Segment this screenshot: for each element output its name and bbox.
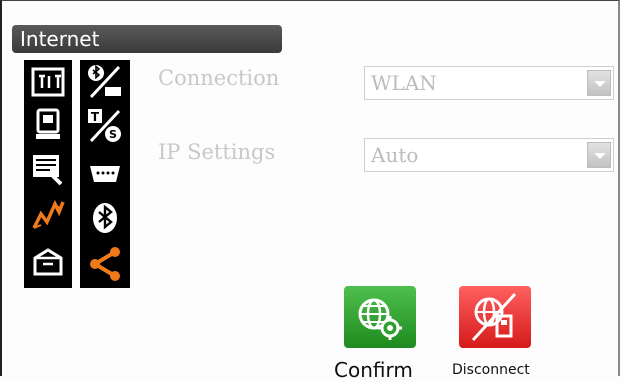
chevron-down-icon[interactable]	[587, 142, 611, 168]
left-toolbar-primary	[24, 60, 72, 288]
connection-value: WLAN	[371, 71, 437, 95]
document-settings-icon[interactable]	[31, 152, 65, 186]
surveying-instrument-icon[interactable]	[31, 108, 65, 142]
confirm-button-label: Confirm	[334, 358, 413, 382]
share-network-icon[interactable]	[87, 246, 121, 281]
window-title: Internet	[12, 25, 282, 53]
confirm-button[interactable]	[344, 286, 416, 348]
serial-port-icon[interactable]	[87, 156, 121, 190]
svg-text:T: T	[91, 110, 100, 124]
disconnect-button-label: Disconnect	[452, 362, 530, 378]
ip-settings-select[interactable]: Auto	[364, 138, 614, 172]
disconnect-button[interactable]	[459, 286, 531, 348]
left-toolbar-secondary: T S	[80, 60, 130, 288]
keyboard-icon[interactable]	[31, 66, 65, 100]
printer-box-icon[interactable]	[31, 244, 65, 278]
globe-disconnect-icon	[471, 292, 517, 342]
bluetooth-serial-icon[interactable]	[87, 64, 121, 99]
ip-settings-value: Auto	[371, 143, 419, 167]
toggle-ts-icon[interactable]: T S	[87, 108, 121, 143]
connection-select[interactable]: WLAN	[364, 66, 614, 100]
connection-label: Connection	[158, 66, 280, 90]
ip-settings-label: IP Settings	[158, 140, 276, 164]
chevron-down-icon[interactable]	[587, 70, 611, 96]
svg-text:S: S	[109, 128, 117, 141]
globe-gear-icon	[358, 298, 402, 340]
signal-chart-icon[interactable]	[31, 198, 65, 232]
bluetooth-icon[interactable]	[87, 200, 121, 234]
